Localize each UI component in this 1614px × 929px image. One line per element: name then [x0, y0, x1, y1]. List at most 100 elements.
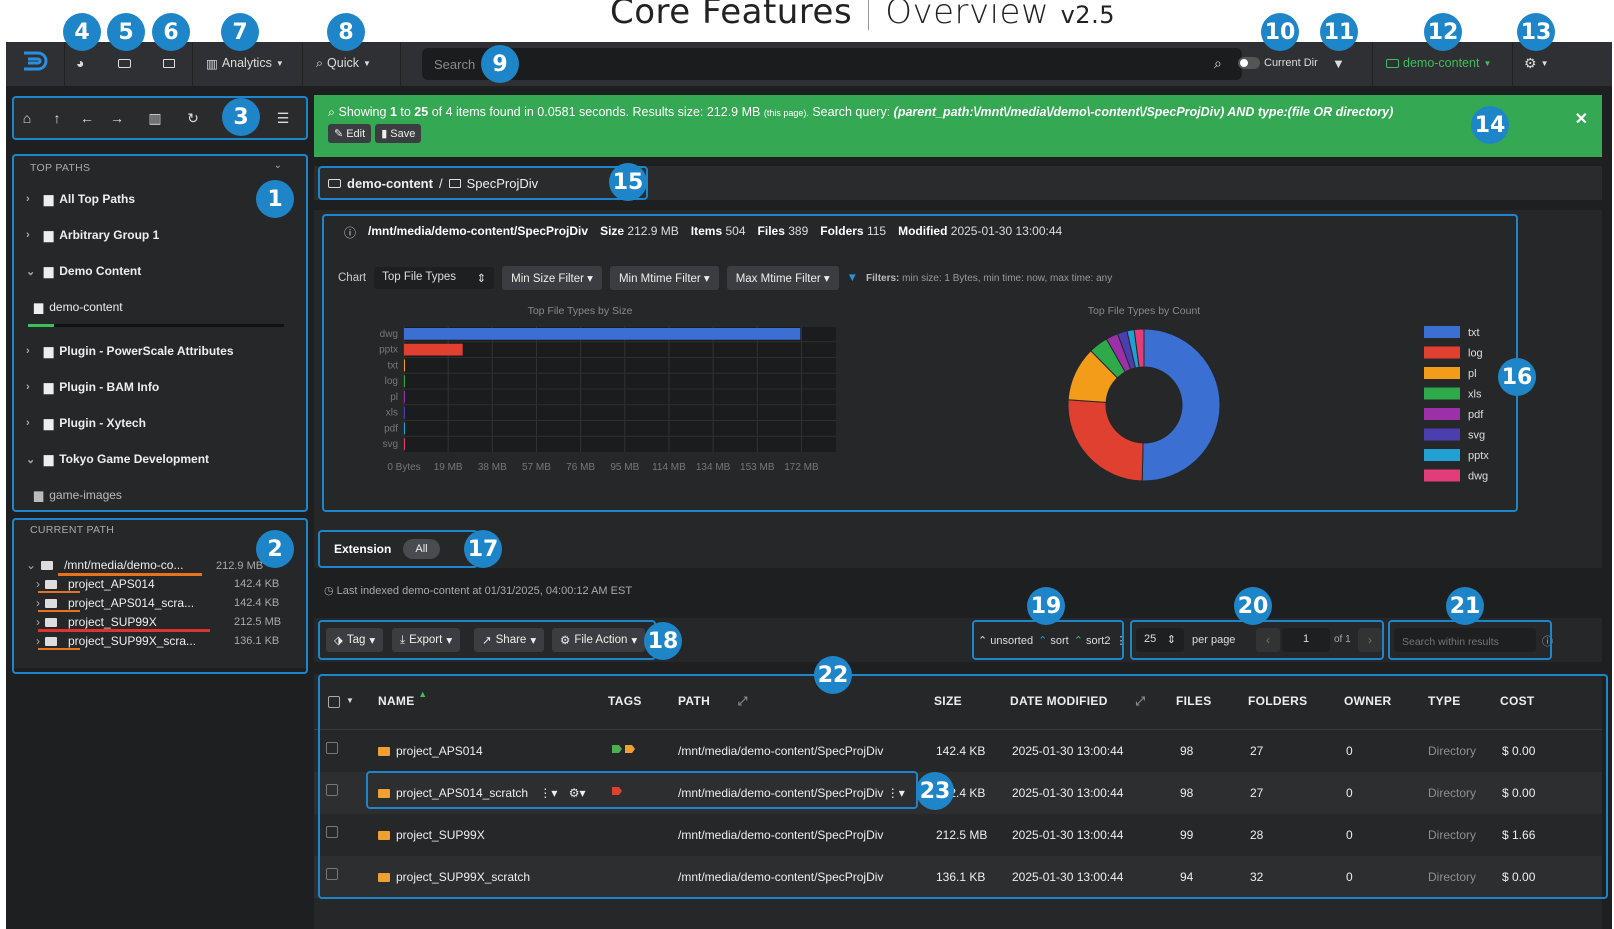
- edit-icon: ✎: [334, 128, 344, 140]
- callout-badge-13: 13: [1517, 13, 1555, 51]
- callout-badge-4: 4: [63, 13, 101, 51]
- caret-down-icon: ▼: [1540, 58, 1549, 68]
- filter-icon: ▼: [1332, 55, 1345, 71]
- dashboard-button[interactable]: ◕: [76, 52, 84, 74]
- search-query: (parent_path:\/mnt\/media\/demo\-content…: [893, 105, 1394, 119]
- callout-box: [318, 166, 648, 200]
- callout-badge-10: 10: [1261, 13, 1299, 51]
- caret-down-icon: ▼: [1483, 58, 1492, 68]
- header-overview: Overview: [885, 0, 1050, 32]
- quick-label: Quick: [327, 56, 359, 70]
- callout-box: [366, 771, 918, 809]
- analytics-label: Analytics: [221, 56, 272, 70]
- callout-badge-23: 23: [916, 772, 954, 810]
- dashboard-icon: ◕: [76, 55, 85, 71]
- index-selector-label: demo-content: [1403, 56, 1480, 70]
- nav-divider: [1512, 42, 1513, 86]
- results-from: 1: [389, 105, 397, 119]
- edit-query-button[interactable]: ✎ Edit: [328, 124, 372, 143]
- callout-badge-15: 15: [609, 163, 647, 201]
- app-logo[interactable]: [20, 50, 50, 72]
- callout-box: [1388, 620, 1552, 660]
- caret-down-icon: ▼: [275, 58, 284, 68]
- save-query-button[interactable]: ▮ Save: [375, 124, 422, 143]
- current-dir-label: Current Dir: [1264, 57, 1318, 69]
- nav-divider: [400, 42, 401, 86]
- callout-badge-17: 17: [464, 530, 502, 568]
- filter-button[interactable]: ▼: [1332, 52, 1345, 74]
- nav-divider: [1372, 42, 1373, 86]
- callout-box: [318, 620, 656, 660]
- callout-badge-7: 7: [221, 13, 259, 51]
- current-dir-toggle[interactable]: Current Dir: [1238, 52, 1318, 74]
- header-version: v2.5: [1060, 1, 1115, 29]
- extension-filter-bar: Extension All: [314, 530, 1602, 568]
- edit-label: Edit: [346, 127, 366, 140]
- this-page-text: (this page).: [763, 108, 809, 118]
- gear-icon: ⚙: [1524, 54, 1537, 71]
- app-window: ◕ ▥Analytics▼ ⌕Quick▼ ⌕ Current Dir ▼ de…: [6, 42, 1612, 929]
- search-submit-button[interactable]: ⌕: [1214, 52, 1222, 74]
- header-core: Core Features: [610, 0, 853, 32]
- caret-down-icon: ▼: [362, 58, 371, 68]
- search-results-alert: ⌕ Showing 1 to 25 of 4 items found in 0.…: [314, 95, 1602, 157]
- bar-chart-icon: ▥: [206, 56, 218, 71]
- nav-divider: [192, 42, 193, 86]
- callout-badge-2: 2: [256, 530, 294, 568]
- alert-actions: ✎ Edit ▮ Save: [328, 124, 1588, 143]
- nav-divider: [302, 42, 303, 86]
- callout-badge-14: 14: [1471, 106, 1509, 144]
- results-to: 25: [414, 105, 429, 119]
- callout-badge-1: 1: [256, 180, 294, 218]
- logo-icon: [24, 51, 48, 71]
- callout-box: [12, 96, 308, 140]
- callout-badge-22: 22: [814, 656, 852, 694]
- callout-badge-9: 9: [481, 45, 519, 83]
- callout-badge-6: 6: [152, 13, 190, 51]
- search-icon: ⌕: [1214, 54, 1222, 71]
- header-divider: [868, 0, 870, 30]
- callout-badge-12: 12: [1424, 13, 1462, 51]
- page-header: Core Features Overview v2.5: [610, 0, 1115, 32]
- index-selector[interactable]: demo-content ▼: [1386, 52, 1491, 74]
- callout-badge-16: 16: [1498, 358, 1536, 396]
- bookmark-icon: ▮: [381, 128, 388, 140]
- file-browser-button[interactable]: [163, 52, 175, 74]
- search-icon: ⌕: [316, 55, 324, 70]
- folder-outline-icon: [163, 58, 175, 68]
- search-icon: ⌕: [328, 105, 336, 119]
- hard-drive-icon: [118, 58, 131, 68]
- analytics-menu[interactable]: ▥ Analytics ▼: [206, 52, 284, 74]
- last-indexed-note: ◷ Last indexed demo-content at 01/31/202…: [324, 584, 632, 597]
- storage-button[interactable]: [118, 52, 131, 74]
- callout-badge-18: 18: [644, 622, 682, 660]
- callout-box: [322, 214, 1518, 512]
- callout-badge-20: 20: [1234, 587, 1272, 625]
- last-indexed-text: Last indexed demo-content at 01/31/2025,…: [336, 585, 633, 597]
- showing-text: Showing: [338, 105, 387, 119]
- save-label: Save: [390, 127, 416, 140]
- search-bar: [422, 48, 1242, 80]
- hard-drive-icon: [1386, 58, 1399, 68]
- clock-icon: ◷: [324, 585, 334, 597]
- callout-box: [972, 620, 1124, 660]
- results-summary: ⌕ Showing 1 to 25 of 4 items found in 0.…: [328, 105, 1588, 120]
- settings-menu[interactable]: ⚙ ▼: [1524, 52, 1548, 74]
- callout-badge-3: 3: [222, 98, 260, 136]
- screenshot-canvas: Core Features Overview v2.5 ◕ ▥ Analytics ▼…: [0, 0, 1614, 929]
- to-text: to: [400, 105, 411, 119]
- results-text: of 4 items found in 0.0581 seconds. Resu…: [431, 105, 761, 119]
- search-input[interactable]: [434, 56, 1242, 72]
- quick-menu[interactable]: ⌕ Quick ▼: [316, 52, 371, 74]
- query-label: Search query:: [812, 105, 891, 119]
- toggle-switch[interactable]: [1238, 57, 1260, 69]
- callout-badge-5: 5: [107, 13, 145, 51]
- callout-badge-19: 19: [1027, 587, 1065, 625]
- close-icon[interactable]: ✕: [1575, 109, 1588, 129]
- callout-badge-8: 8: [327, 13, 365, 51]
- callout-box: [318, 530, 478, 568]
- callout-badge-11: 11: [1320, 13, 1358, 51]
- nav-divider: [64, 42, 65, 86]
- callout-box: [1130, 620, 1384, 660]
- callout-badge-21: 21: [1446, 587, 1484, 625]
